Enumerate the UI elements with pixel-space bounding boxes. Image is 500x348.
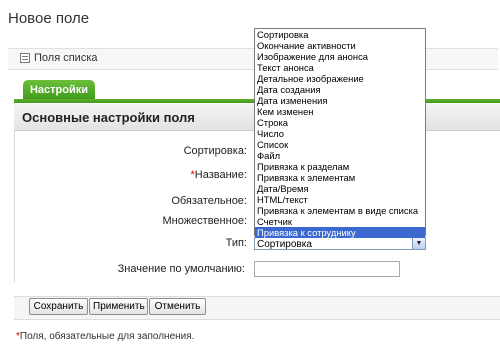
type-select-value: Сортировка bbox=[257, 239, 312, 250]
name-label-wrap: *Название: bbox=[191, 167, 248, 183]
type-option[interactable]: Число bbox=[255, 128, 425, 139]
form-row-mandatory: Обязательное: bbox=[0, 193, 247, 209]
default-value-label: Значение по умолчанию: bbox=[117, 263, 245, 275]
save-button[interactable]: Сохранить bbox=[29, 298, 88, 315]
form-row-multiple: Множественное: bbox=[0, 213, 247, 229]
type-option[interactable]: Окончание активности bbox=[255, 40, 425, 51]
list-icon bbox=[20, 53, 30, 63]
type-option[interactable]: Дата/Время bbox=[255, 183, 425, 194]
apply-button[interactable]: Применить bbox=[89, 298, 148, 315]
type-label: Тип: bbox=[225, 237, 247, 249]
type-option[interactable]: Привязка к разделам bbox=[255, 161, 425, 172]
list-fields-label: Поля списка bbox=[34, 52, 98, 64]
type-option[interactable]: Дата изменения bbox=[255, 95, 425, 106]
mandatory-label: Обязательное: bbox=[171, 195, 247, 207]
page-title: Новое поле bbox=[8, 10, 90, 27]
type-option[interactable]: Изображение для анонса bbox=[255, 51, 425, 62]
type-dropdown-list[interactable]: Сортировка Окончание активности Изображе… bbox=[254, 28, 426, 238]
type-option[interactable]: Строка bbox=[255, 117, 425, 128]
type-option[interactable]: Кем изменен bbox=[255, 106, 425, 117]
required-footnote: *Поля, обязательные для заполнения. bbox=[16, 331, 194, 342]
type-option[interactable]: Детальное изображение bbox=[255, 73, 425, 84]
form-row-type: Тип: bbox=[0, 235, 247, 251]
type-option[interactable]: Привязка к сотруднику bbox=[255, 227, 425, 238]
form-row-sort: Сортировка: bbox=[0, 143, 247, 159]
type-option[interactable]: Счетчик bbox=[255, 216, 425, 227]
chevron-down-icon[interactable]: ▼ bbox=[412, 238, 425, 249]
sort-label: Сортировка: bbox=[183, 145, 247, 157]
section-title: Основные настройки поля bbox=[22, 110, 195, 125]
type-option[interactable]: HTML/текст bbox=[255, 194, 425, 205]
type-option[interactable]: Дата создания bbox=[255, 84, 425, 95]
type-select[interactable]: Сортировка ▼ bbox=[254, 237, 426, 250]
list-fields-link[interactable]: Поля списка bbox=[20, 52, 98, 64]
type-option[interactable]: Сортировка bbox=[255, 29, 425, 40]
cancel-button[interactable]: Отменить bbox=[149, 298, 206, 315]
form-row-name: *Название: bbox=[0, 167, 248, 183]
footnote-text: Поля, обязательные для заполнения. bbox=[19, 331, 195, 342]
type-option[interactable]: Список bbox=[255, 139, 425, 150]
multiple-label: Множественное: bbox=[162, 215, 247, 227]
type-option[interactable]: Привязка к элементам в виде списка bbox=[255, 205, 425, 216]
type-option[interactable]: Текст анонса bbox=[255, 62, 425, 73]
tab-settings[interactable]: Настройки bbox=[23, 80, 95, 100]
default-value-input[interactable] bbox=[254, 261, 400, 277]
type-option[interactable]: Файл bbox=[255, 150, 425, 161]
type-option[interactable]: Привязка к элементам bbox=[255, 172, 425, 183]
name-label: Название: bbox=[194, 169, 247, 181]
form-row-default: Значение по умолчанию: bbox=[0, 261, 245, 277]
